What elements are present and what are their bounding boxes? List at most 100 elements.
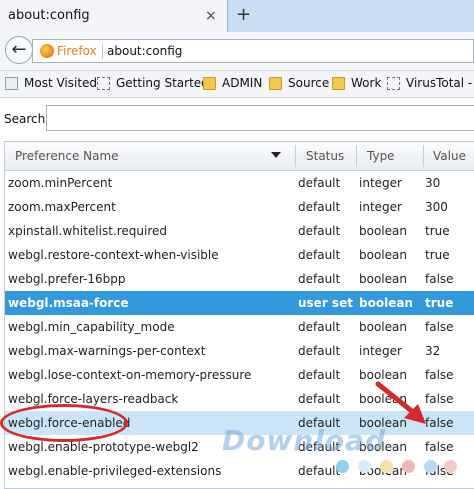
pref-type-cell: integer [359,176,402,190]
pref-status-cell: default [298,368,341,382]
pref-value-cell: false [425,440,454,454]
dashed-square-icon [97,77,110,90]
folder-icon [269,77,282,90]
column-divider[interactable] [356,145,357,167]
pref-name-cell: webgl.msaa-force [8,296,129,310]
table-header: Preference Name Status Type Value [5,142,474,171]
pref-status-cell: default [298,320,341,334]
pref-name-cell: webgl.max-warnings-per-context [8,344,206,358]
pref-status-cell: default [298,440,341,454]
table-row[interactable]: webgl.prefer-16bpp default boolean false [5,267,474,291]
pref-name-cell: webgl.force-layers-readback [8,392,179,406]
tab-title: about:config [8,8,90,23]
bookmark-work[interactable]: Work [351,76,381,90]
table-row[interactable]: webgl.min_capability_mode default boolean f… [5,315,474,339]
pref-name-cell: webgl.enable-privileged-extensions [8,464,222,478]
pref-name-cell: zoom.minPercent [8,176,113,190]
bookmarks-toolbar: Most Visited Getting Started ADMIN Sourc… [0,71,474,98]
pref-status-cell: default [298,224,341,238]
tab-strip: about:config × + [0,0,474,32]
pref-status-cell: default [298,464,341,478]
pref-value-cell: false [425,392,454,406]
pref-name-cell: zoom.maxPercent [8,200,116,214]
pref-value-cell: true [425,224,450,238]
new-tab-button[interactable]: + [236,4,251,25]
pref-type-cell: boolean [359,296,413,310]
bookmark-source[interactable]: Source [288,76,329,90]
column-preference-name[interactable]: Preference Name [15,149,119,163]
pref-status-cell: default [298,416,341,430]
pref-value-cell: false [425,368,454,382]
pref-status-cell: default [298,176,341,190]
folder-icon [332,77,345,90]
table-row[interactable]: webgl.max-warnings-per-context default int… [5,339,474,363]
column-divider[interactable] [423,145,424,167]
table-row[interactable]: webgl.enable-privileged-extensions defaul… [5,459,474,483]
column-divider[interactable] [295,145,296,167]
pref-status-cell: default [298,200,341,214]
pref-value-cell: false [425,320,454,334]
table-row[interactable]: webgl.force-layers-readback default boolea… [5,387,474,411]
pref-name-cell: webgl.min_capability_mode [8,320,175,334]
bookmark-virustotal[interactable]: VirusTotal - F [406,76,474,90]
pref-type-cell: boolean [359,248,407,262]
table-row[interactable]: webgl.lose-context-on-memory-pressure def… [5,363,474,387]
pref-name-cell: webgl.force-enabled [8,416,131,430]
table-row[interactable]: xpinstall.whitelist.required default boole… [5,219,474,243]
table-row[interactable]: zoom.maxPercent default integer 300 [5,195,474,219]
pref-value-cell: 32 [425,344,441,358]
sort-descending-icon[interactable] [271,152,281,158]
dashed-square-icon [387,77,400,90]
pref-value-cell: 300 [425,200,448,214]
table-row[interactable]: webgl.msaa-force user set boolean true [5,291,474,315]
table-row[interactable]: webgl.restore-context-when-visible defaul… [5,243,474,267]
pref-type-cell: boolean [359,416,407,430]
pref-type-cell: boolean [359,368,407,382]
folder-icon [203,77,216,90]
pref-value-cell: true [425,248,450,262]
pref-type-cell: boolean [359,272,407,286]
bookmark-menu-icon[interactable] [5,77,18,90]
url-separator [102,43,103,59]
bookmark-most-visited[interactable]: Most Visited [24,76,97,90]
search-input[interactable] [46,105,474,131]
pref-status-cell: default [298,344,341,358]
tab-about-config[interactable]: about:config × [0,0,228,32]
pref-type-cell: boolean [359,392,407,406]
pref-type-cell: integer [359,344,402,358]
column-value[interactable]: Value [433,149,466,163]
pref-name-cell: xpinstall.whitelist.required [8,224,168,238]
pref-name-cell: webgl.enable-prototype-webgl2 [8,440,199,454]
search-label: Search: [4,112,50,126]
pref-status-cell: default [298,272,341,286]
column-status[interactable]: Status [306,149,344,163]
url-text[interactable]: about:config [107,44,182,58]
close-icon[interactable]: × [205,8,217,24]
pref-value-cell: false [425,272,454,286]
navigation-bar: Firefox about:config ← [0,32,474,71]
pref-type-cell: boolean [359,320,407,334]
identity-label[interactable]: Firefox [57,44,97,58]
pref-status-cell: user set [298,296,353,310]
back-arrow-icon: ← [11,39,27,60]
pref-value-cell: false [425,464,454,478]
pref-name-cell: webgl.prefer-16bpp [8,272,126,286]
bookmark-getting-started[interactable]: Getting Started [116,76,209,90]
table-row[interactable]: webgl.force-enabled default boolean false [5,411,474,435]
bookmark-admin[interactable]: ADMIN [222,76,262,90]
pref-name-cell: webgl.restore-context-when-visible [8,248,219,262]
pref-type-cell: integer [359,200,402,214]
pref-status-cell: default [298,248,341,262]
pref-type-cell: boolean [359,440,407,454]
firefox-icon [40,44,54,58]
table-row[interactable]: webgl.enable-prototype-webgl2 default bool… [5,435,474,459]
table-row[interactable]: zoom.minPercent default integer 30 [5,171,474,195]
url-bar[interactable]: Firefox about:config [32,39,474,63]
pref-status-cell: default [298,392,341,406]
pref-type-cell: boolean [359,224,407,238]
pref-value-cell: true [425,296,454,310]
pref-value-cell: 30 [425,176,441,190]
pref-name-cell: webgl.lose-context-on-memory-pressure [8,368,252,382]
column-type[interactable]: Type [367,149,395,163]
back-button[interactable]: ← [5,36,33,64]
